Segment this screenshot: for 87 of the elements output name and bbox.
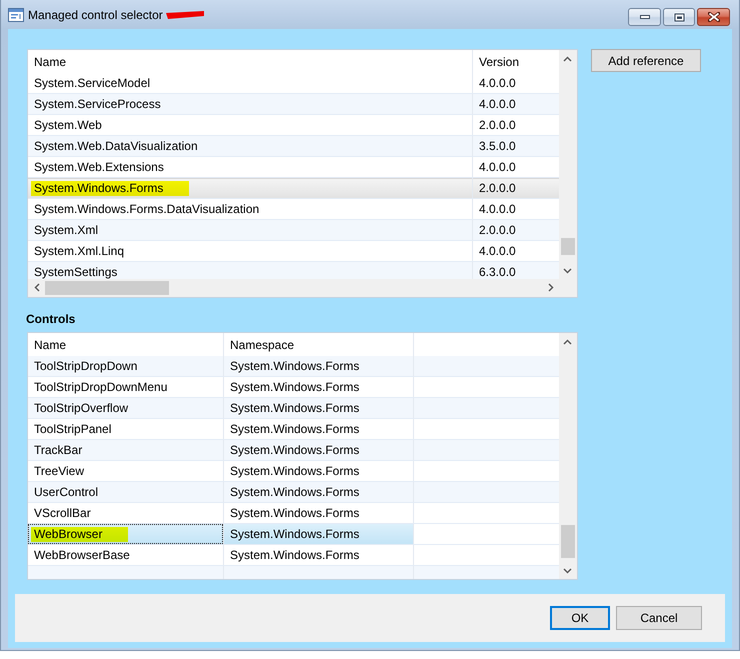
library-name: SystemSettings bbox=[34, 264, 118, 279]
library-name: System.Web.Extensions bbox=[34, 160, 164, 174]
chevron-right-icon bbox=[548, 283, 554, 292]
column-header[interactable]: Name bbox=[28, 333, 223, 356]
namespace-name: System.Windows.Forms bbox=[230, 358, 360, 374]
chevron-up-icon bbox=[563, 56, 572, 62]
namespace-name: System.Windows.Forms bbox=[230, 400, 360, 416]
namespace-name: System.Windows.Forms bbox=[230, 526, 360, 542]
namespace-name: System.Windows.Forms bbox=[230, 506, 360, 520]
control-name: TreeView bbox=[34, 464, 84, 478]
version-number: 2.0.0.0 bbox=[479, 180, 516, 196]
list-row[interactable]: TrackBar System.Windows.Forms bbox=[28, 440, 559, 461]
library-name: System.Web.DataVisualization bbox=[34, 138, 198, 154]
list-row[interactable]: ToolStripDropDownMenu System.Windows.Forms bbox=[28, 377, 559, 398]
library-name: System.ServiceModel bbox=[34, 76, 150, 90]
section-label: Controls bbox=[26, 312, 76, 326]
control-name: ToolStripDropDownMenu bbox=[34, 380, 168, 394]
control-name: ToolStripPanel bbox=[34, 422, 112, 436]
library-name: System.Windows.Forms bbox=[31, 180, 190, 196]
version-number: 6.3.0.0 bbox=[479, 264, 516, 279]
redaction-scribble bbox=[166, 10, 204, 19]
namespace-name: System.Windows.Forms bbox=[230, 464, 360, 478]
control-name: WebBrowser bbox=[31, 526, 128, 542]
control-name: ToolStripDropDown bbox=[34, 358, 138, 374]
list-row[interactable]: SystemSettings 6.3.0.0 bbox=[28, 262, 559, 279]
list-row[interactable]: WebBrowserBase System.Windows.Forms bbox=[28, 545, 559, 566]
add-reference-button[interactable]: Add reference bbox=[591, 49, 701, 72]
list-row[interactable]: VScrollBar System.Windows.Forms bbox=[28, 503, 559, 524]
library-name: System.Web bbox=[34, 118, 102, 132]
chevron-down-icon bbox=[563, 268, 572, 274]
control-name: WebBrowserBase bbox=[34, 548, 130, 562]
close-button[interactable] bbox=[697, 8, 730, 26]
list-row[interactable]: UserControl System.Windows.Forms bbox=[28, 482, 559, 503]
namespace-name: System.Windows.Forms bbox=[230, 442, 360, 458]
library-name: System.Xml.Linq bbox=[34, 244, 124, 258]
control-name: VScrollBar bbox=[34, 506, 91, 520]
version-number: 2.0.0.0 bbox=[479, 222, 516, 238]
vertical-scrollbar[interactable] bbox=[559, 333, 577, 579]
scroll-thumb[interactable] bbox=[45, 281, 169, 295]
version-number: 4.0.0.0 bbox=[479, 202, 516, 216]
chevron-left-icon bbox=[34, 283, 40, 292]
app-window-icon bbox=[8, 8, 24, 22]
list-row[interactable]: System.Web 2.0.0.0 bbox=[28, 115, 559, 136]
column-header[interactable]: Name bbox=[28, 50, 472, 73]
chevron-up-icon bbox=[563, 338, 572, 344]
maximize-icon bbox=[674, 12, 684, 22]
list-row[interactable]: System.Xml.Linq 4.0.0.0 bbox=[28, 241, 559, 262]
version-number: 4.0.0.0 bbox=[479, 160, 516, 174]
list-row[interactable]: System.Web.Extensions 4.0.0.0 bbox=[28, 157, 559, 178]
list-row[interactable]: System.Xml 2.0.0.0 bbox=[28, 220, 559, 241]
namespace-name: System.Windows.Forms bbox=[230, 422, 360, 436]
namespace-name: System.Windows.Forms bbox=[230, 484, 360, 500]
list-row[interactable]: System.ServiceModel 4.0.0.0 bbox=[28, 73, 559, 94]
scroll-thumb[interactable] bbox=[561, 238, 575, 255]
version-number: 3.5.0.0 bbox=[479, 138, 516, 154]
list-row[interactable]: WebBrowser System.Windows.Forms bbox=[28, 524, 559, 545]
list-row[interactable]: System.Windows.Forms.DataVisualization 4.0.0.0 bbox=[28, 199, 559, 220]
horizontal-scrollbar[interactable] bbox=[28, 279, 559, 297]
control-name: TrackBar bbox=[34, 442, 82, 458]
library-name: System.ServiceProcess bbox=[34, 96, 161, 112]
list-row[interactable]: TreeView System.Windows.Forms bbox=[28, 461, 559, 482]
library-name: System.Windows.Forms.DataVisualization bbox=[34, 202, 260, 216]
list-row[interactable]: System.Windows.Forms 2.0.0.0 bbox=[28, 178, 559, 199]
version-number: 4.0.0.0 bbox=[479, 76, 516, 90]
chevron-down-icon bbox=[563, 568, 572, 574]
window-title: Managed control selector bbox=[28, 8, 163, 22]
control-name: UserControl bbox=[34, 484, 98, 500]
list-row[interactable]: ToolStripPanel System.Windows.Forms bbox=[28, 419, 559, 440]
minimize-icon bbox=[640, 15, 650, 19]
list-row[interactable]: System.Web.DataVisualization 3.5.0.0 bbox=[28, 136, 559, 157]
version-number: 4.0.0.0 bbox=[479, 244, 516, 258]
version-number: 4.0.0.0 bbox=[479, 96, 516, 112]
list-row[interactable]: ToolStripOverflow System.Windows.Forms bbox=[28, 398, 559, 419]
dialog-button[interactable]: Cancel bbox=[616, 606, 702, 630]
list-row[interactable]: System.ServiceProcess 4.0.0.0 bbox=[28, 94, 559, 115]
close-icon bbox=[708, 12, 720, 22]
dialog-button[interactable]: OK bbox=[550, 606, 610, 630]
maximize-button[interactable] bbox=[663, 8, 695, 26]
namespace-name: System.Windows.Forms bbox=[230, 548, 360, 562]
minimize-button[interactable] bbox=[628, 8, 661, 26]
library-name: System.Xml bbox=[34, 222, 98, 238]
version-number: 2.0.0.0 bbox=[479, 118, 516, 132]
scroll-thumb[interactable] bbox=[561, 525, 575, 558]
vertical-scrollbar[interactable] bbox=[559, 50, 577, 279]
control-name: ToolStripOverflow bbox=[34, 400, 128, 416]
list-row[interactable]: ToolStripDropDown System.Windows.Forms bbox=[28, 356, 559, 377]
namespace-name: System.Windows.Forms bbox=[230, 380, 360, 394]
